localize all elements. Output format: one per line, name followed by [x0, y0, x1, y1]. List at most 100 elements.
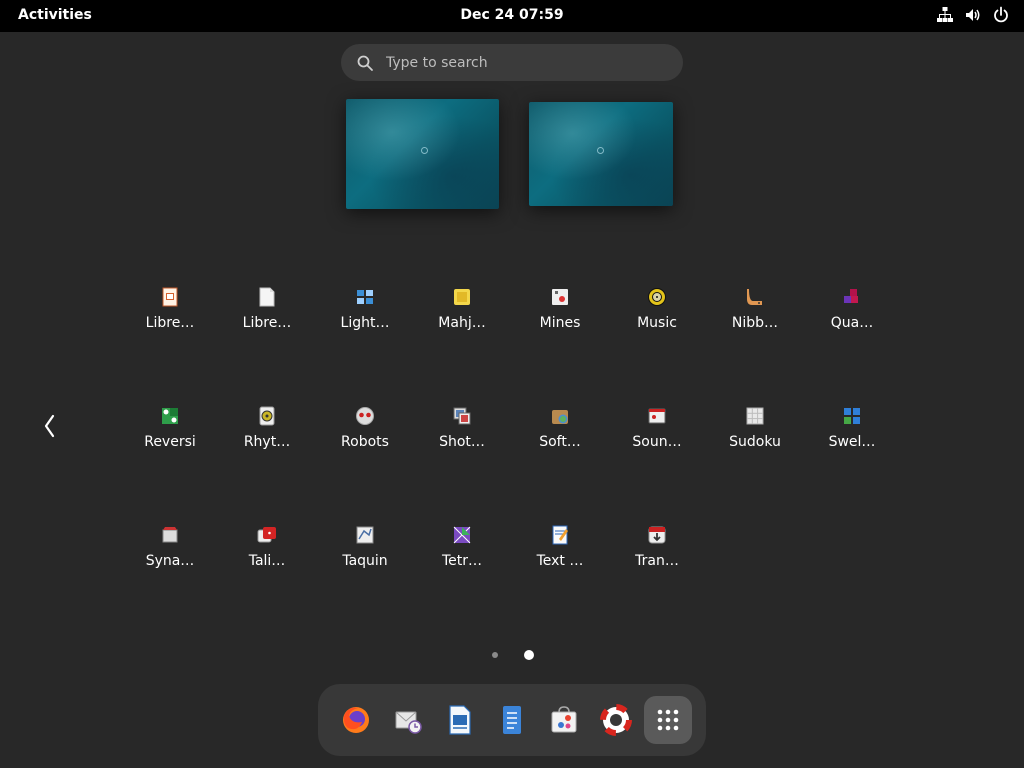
- app-label: Light…: [340, 315, 390, 331]
- dash-dock: [318, 684, 706, 756]
- top-bar: Activities Dec 24 07:59: [0, 0, 1024, 32]
- tali-icon: [257, 527, 276, 543]
- dock-help-lifebuoy-button[interactable]: [592, 696, 640, 744]
- dock-mail-clock-button[interactable]: [384, 696, 432, 744]
- wallpaper-detail: [597, 147, 604, 154]
- app-libreoffice-impress[interactable]: Libre…: [122, 281, 218, 361]
- transmission-icon: [648, 526, 666, 544]
- taquin-icon: [356, 526, 374, 544]
- swell-foop-icon: [844, 408, 860, 424]
- nibbles-icon: [747, 289, 762, 305]
- dock-app-grid-button[interactable]: [644, 696, 692, 744]
- power-icon[interactable]: [992, 6, 1010, 24]
- dock-libreoffice-writer-button[interactable]: [436, 696, 484, 744]
- mail-clock-icon: [395, 711, 422, 734]
- activities-button[interactable]: Activities: [18, 7, 92, 23]
- search-icon: [357, 55, 373, 71]
- app-grid-icon: [657, 709, 679, 731]
- clock-area: Dec 24 07:59: [0, 7, 1024, 23]
- app-label: Rhyt…: [243, 434, 291, 450]
- app-label: Sudoku: [729, 434, 781, 450]
- app-label: Mahj…: [438, 315, 486, 331]
- quadrapassel-icon: [844, 289, 858, 303]
- dock-text-document-button[interactable]: [488, 696, 536, 744]
- software-store-icon: [551, 706, 577, 733]
- dock-firefox-button[interactable]: [332, 696, 380, 744]
- page-dot-2[interactable]: [524, 650, 534, 660]
- app-software-properties[interactable]: Soft…: [512, 400, 608, 480]
- system-tray[interactable]: [936, 6, 1010, 24]
- app-mines[interactable]: Mines: [512, 281, 608, 361]
- sudoku-icon: [746, 407, 764, 425]
- reversi-icon: [162, 408, 178, 424]
- libreoffice-impress-icon: [162, 287, 178, 307]
- app-label: Nibb…: [731, 315, 779, 331]
- app-label: Tali…: [248, 553, 286, 569]
- app-label: Swel…: [828, 434, 876, 450]
- app-nibbles[interactable]: Nibb…: [707, 281, 803, 361]
- app-libreoffice-writer[interactable]: Libre…: [219, 281, 315, 361]
- app-label: Shot…: [439, 434, 485, 450]
- shotwell-icon: [453, 407, 471, 425]
- mines-icon: [552, 289, 568, 305]
- wallpaper-detail: [421, 147, 428, 154]
- app-reversi[interactable]: Reversi: [122, 400, 218, 480]
- app-synaptic[interactable]: Syna…: [122, 519, 218, 599]
- music-icon: [648, 288, 666, 306]
- app-text-editor[interactable]: Text …: [512, 519, 608, 599]
- app-label: Soft…: [539, 434, 581, 450]
- app-label: Taquin: [342, 553, 388, 569]
- app-tetravex[interactable]: Tetr…: [414, 519, 510, 599]
- volume-icon[interactable]: [964, 6, 982, 24]
- clock[interactable]: Dec 24 07:59: [460, 7, 563, 23]
- app-label: Syna…: [145, 553, 195, 569]
- app-rhythmbox[interactable]: Rhyt…: [219, 400, 315, 480]
- app-transmission[interactable]: Tran…: [609, 519, 705, 599]
- help-lifebuoy-icon: [600, 704, 632, 736]
- mahjongg-icon: [454, 289, 470, 305]
- network-icon[interactable]: [936, 6, 954, 24]
- app-mahjongg[interactable]: Mahj…: [414, 281, 510, 361]
- app-label: Robots: [341, 434, 389, 450]
- app-label: Mines: [539, 315, 581, 331]
- app-label: Text …: [536, 553, 584, 569]
- app-quadrapassel[interactable]: Qua…: [804, 281, 900, 361]
- libreoffice-writer-icon: [449, 705, 471, 735]
- previous-page-arrow-icon[interactable]: [40, 410, 60, 442]
- firefox-icon: [343, 707, 369, 733]
- tetravex-icon: [453, 526, 471, 544]
- page-dot-1[interactable]: [492, 652, 498, 658]
- app-music[interactable]: Music: [609, 281, 705, 361]
- app-label: Tetr…: [441, 553, 483, 569]
- app-lightsoff[interactable]: Light…: [317, 281, 413, 361]
- app-shotwell[interactable]: Shot…: [414, 400, 510, 480]
- app-taquin[interactable]: Taquin: [317, 519, 413, 599]
- app-label: Music: [637, 315, 677, 331]
- lightsoff-icon: [357, 290, 373, 304]
- search-bar[interactable]: [341, 44, 683, 81]
- app-tali[interactable]: Tali…: [219, 519, 315, 599]
- app-label: Reversi: [144, 434, 196, 450]
- app-label: Tran…: [635, 553, 679, 569]
- search-input[interactable]: [384, 53, 668, 72]
- app-sudoku[interactable]: Sudoku: [707, 400, 803, 480]
- app-robots[interactable]: Robots: [317, 400, 413, 480]
- app-label: Soun…: [632, 434, 682, 450]
- dock-software-store-button[interactable]: [540, 696, 588, 744]
- workspace-thumbnail-1[interactable]: [346, 99, 499, 209]
- rhythmbox-icon: [259, 406, 275, 426]
- text-document-icon: [503, 706, 521, 734]
- libreoffice-writer-icon: [259, 287, 275, 307]
- sound-recorder-icon: [648, 408, 666, 424]
- page-indicator: [488, 648, 538, 662]
- robots-icon: [356, 407, 374, 425]
- software-properties-icon: [552, 410, 568, 424]
- text-editor-icon: [552, 525, 568, 545]
- app-sound-recorder[interactable]: Soun…: [609, 400, 705, 480]
- workspace-thumbnail-2[interactable]: [529, 102, 673, 206]
- synaptic-icon: [162, 527, 178, 543]
- app-label: Qua…: [830, 315, 874, 331]
- app-label: Libre…: [145, 315, 195, 331]
- app-label: Libre…: [242, 315, 292, 331]
- app-swell-foop[interactable]: Swel…: [804, 400, 900, 480]
